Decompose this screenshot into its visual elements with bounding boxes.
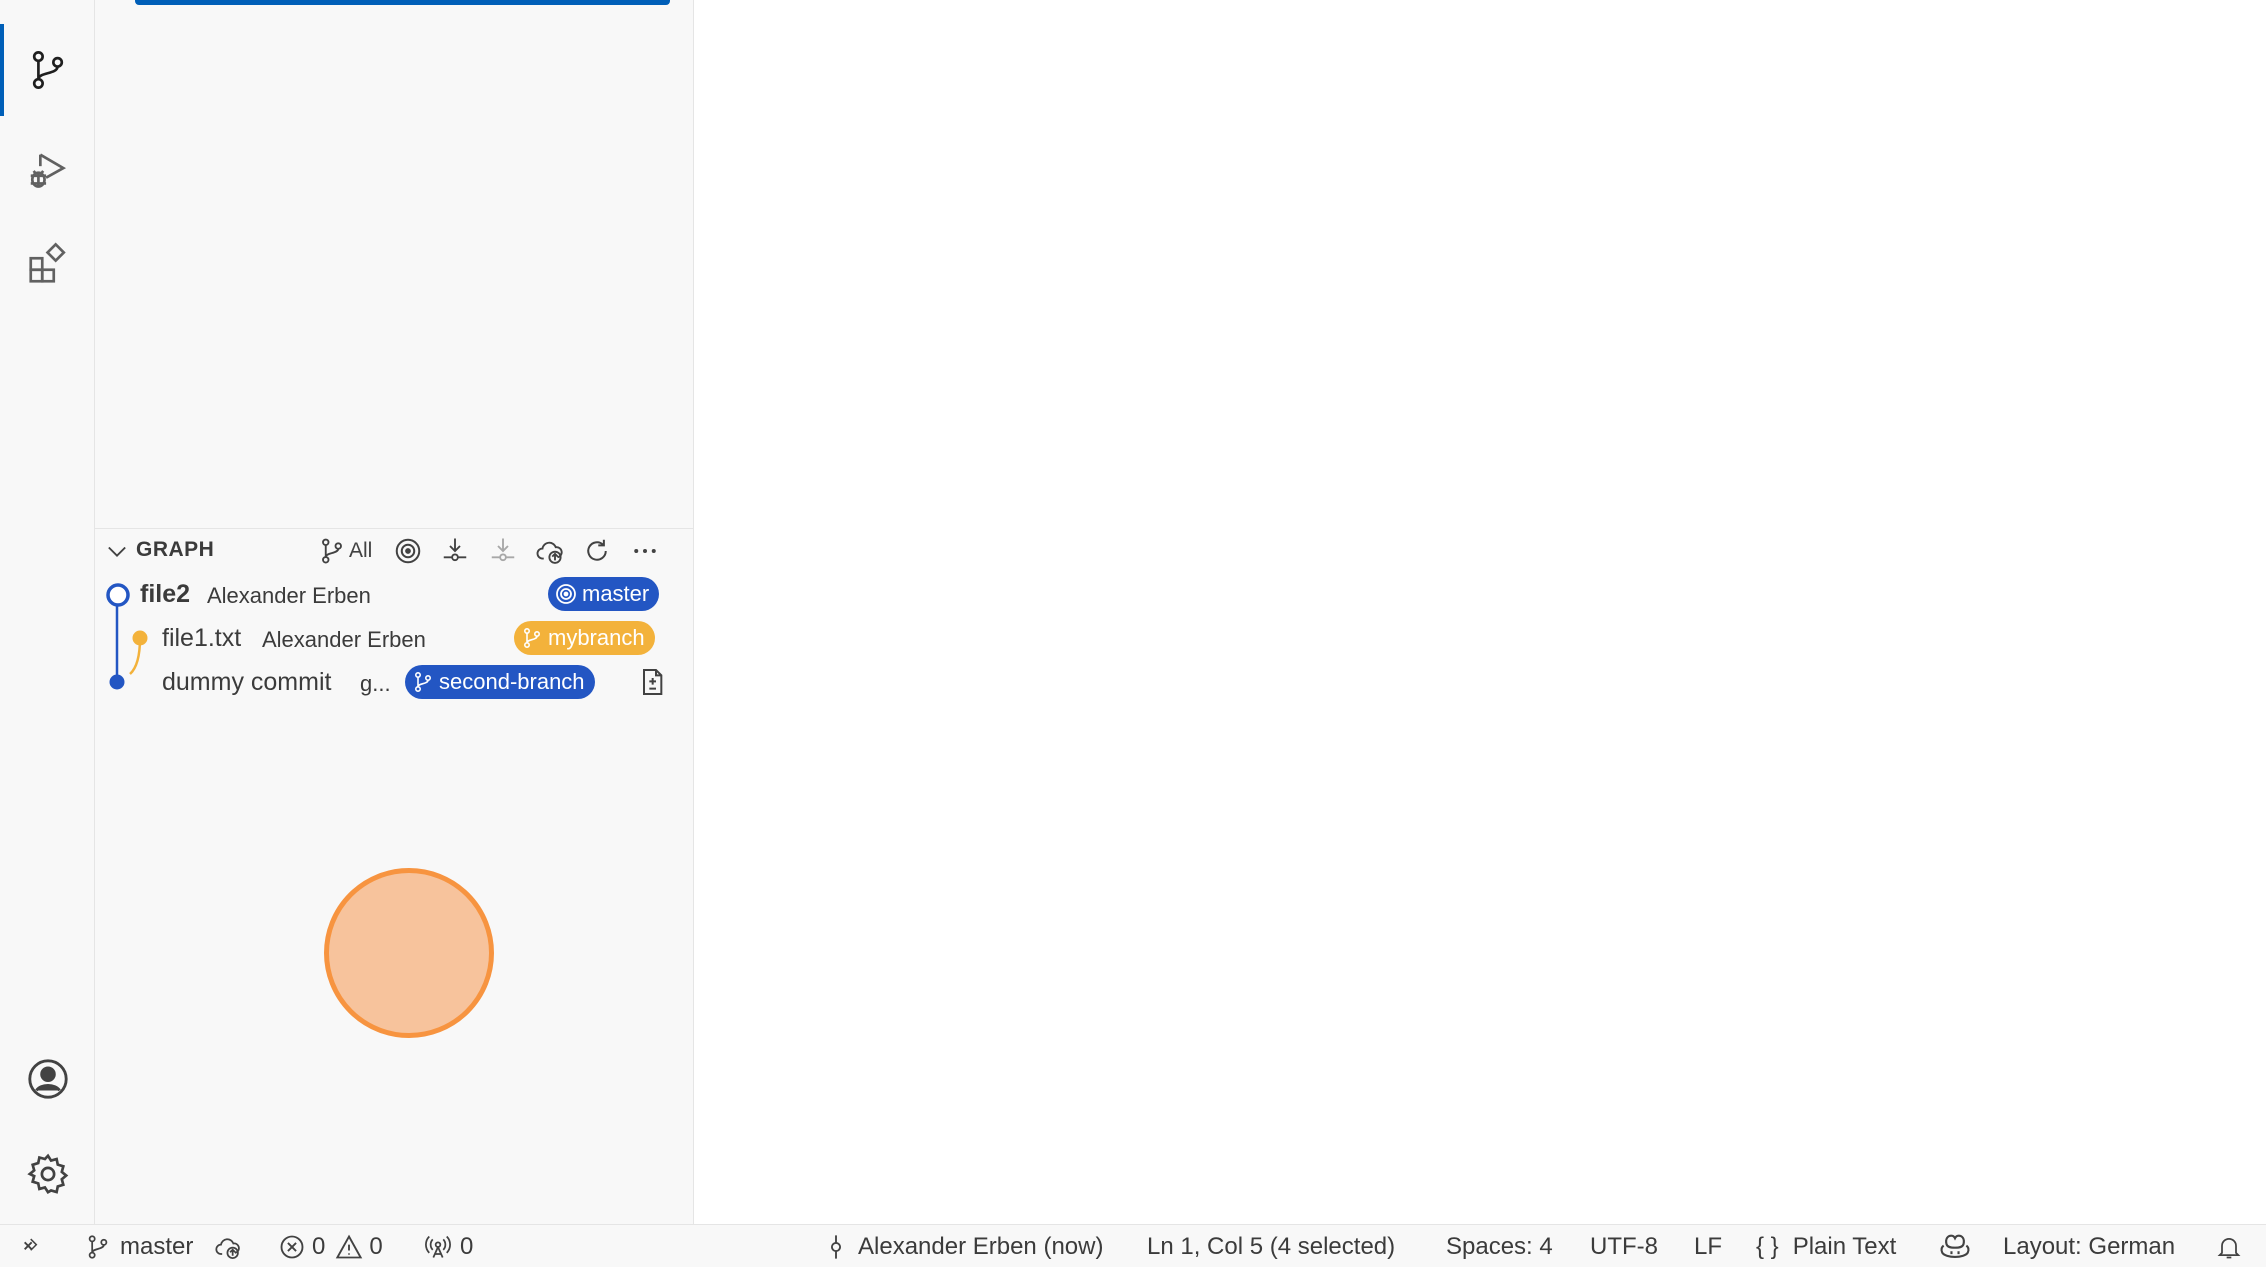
run-debug-icon — [30, 153, 66, 188]
editor-area[interactable] — [694, 0, 2266, 1224]
commit-dot-icon — [109, 674, 125, 690]
branch-badge-mybranch[interactable]: mybranch — [514, 621, 655, 655]
commit-message: file2 — [140, 580, 191, 608]
cloud-upload-icon — [536, 541, 563, 564]
encoding-status[interactable]: UTF-8 — [1590, 1225, 1658, 1268]
branch-icon — [322, 538, 342, 564]
source-control-icon — [32, 51, 63, 89]
keyboard-layout[interactable]: Layout: German — [2003, 1225, 2175, 1268]
branch-badge-label: master — [582, 581, 650, 606]
commit-row[interactable]: file2 Alexander Erben master — [95, 572, 694, 616]
touch-indicator — [324, 868, 494, 1038]
refresh-button[interactable] — [582, 535, 612, 567]
language-mode[interactable]: { } Plain Text — [1756, 1225, 1896, 1268]
braces-icon: { } — [1756, 1232, 1779, 1260]
cursor-position-text: Ln 1, Col 5 (4 selected) — [1147, 1232, 1396, 1260]
eol-status[interactable]: LF — [1694, 1225, 1722, 1268]
activity-extensions[interactable] — [0, 218, 95, 310]
activity-accounts[interactable] — [0, 1033, 95, 1125]
problems-status[interactable]: 0 0 — [278, 1225, 383, 1268]
cursor-position[interactable]: Ln 1, Col 5 (4 selected) — [1147, 1225, 1395, 1268]
target-icon — [556, 584, 576, 604]
branch-icon — [88, 1234, 108, 1259]
activity-bar — [0, 0, 95, 1224]
indentation-status[interactable]: Spaces: 4 — [1446, 1225, 1553, 1268]
encoding-text: UTF-8 — [1590, 1232, 1658, 1260]
branch-badge-master[interactable]: master — [548, 577, 660, 611]
activity-source-control[interactable] — [0, 24, 95, 116]
commit-dot-icon — [132, 630, 148, 646]
error-icon — [280, 1235, 304, 1258]
error-count: 0 — [312, 1232, 326, 1260]
commit-author: g... — [360, 671, 391, 696]
notifications-button[interactable] — [2215, 1225, 2243, 1268]
account-icon — [27, 1059, 68, 1099]
branch-name: master — [120, 1232, 194, 1260]
publish-branch-button[interactable] — [214, 1225, 242, 1268]
copilot-icon — [1940, 1234, 1970, 1258]
target-icon — [395, 538, 421, 564]
ports-status[interactable]: 0 — [424, 1225, 473, 1268]
remote-indicator[interactable] — [20, 1225, 48, 1268]
pull-icon — [491, 538, 515, 562]
extensions-icon — [28, 242, 66, 283]
status-bar: master 0 0 0 Alexander Erben (now) Ln 1,… — [0, 1224, 2266, 1267]
branch-badge-label: second-branch — [439, 669, 585, 694]
refresh-icon — [587, 539, 607, 561]
pull-button[interactable] — [488, 535, 518, 567]
settings-gear-icon — [26, 1153, 68, 1194]
branch-status[interactable]: master — [84, 1225, 193, 1268]
cloud-upload-icon — [215, 1237, 240, 1259]
push-button[interactable] — [535, 535, 565, 567]
activity-settings[interactable] — [0, 1128, 95, 1220]
branch-icon — [524, 627, 541, 648]
commit-row[interactable]: file1.txt Alexander Erben mybranch — [95, 616, 694, 660]
activity-run-debug[interactable] — [0, 124, 95, 216]
eol-text: LF — [1694, 1232, 1723, 1260]
open-changes-icon[interactable] — [636, 666, 668, 698]
blame-text: Alexander Erben (now) — [858, 1232, 1104, 1260]
bell-icon — [2217, 1237, 2241, 1258]
ellipsis-icon — [634, 549, 656, 553]
commit-row[interactable]: dummy commit g... second-branch — [95, 660, 694, 704]
blame-status[interactable]: Alexander Erben (now) — [822, 1225, 1103, 1268]
git-commit-icon — [830, 1234, 842, 1259]
keyboard-layout-text: Layout: German — [2003, 1232, 2176, 1260]
commit-circle-icon — [106, 583, 130, 607]
warning-icon — [336, 1234, 363, 1258]
language-text: Plain Text — [1792, 1232, 1897, 1260]
warning-count: 0 — [369, 1232, 383, 1260]
fetch-icon — [443, 538, 467, 562]
indentation-text: Spaces: 4 — [1446, 1232, 1553, 1260]
branch-badge-second-branch[interactable]: second-branch — [405, 665, 595, 699]
commit-message: dummy commit — [162, 668, 332, 696]
go-to-current-button[interactable] — [393, 535, 423, 567]
sidebar: GRAPH All file2 Alexander Erben master f… — [95, 0, 694, 1224]
commit-author: Alexander Erben — [207, 583, 371, 608]
ports-count: 0 — [460, 1232, 474, 1260]
broadcast-icon — [425, 1235, 451, 1258]
commit-message: file1.txt — [162, 624, 242, 652]
commit-author: Alexander Erben — [262, 627, 426, 652]
remote-icon — [24, 1238, 38, 1251]
branches-filter-button[interactable]: All — [317, 535, 372, 567]
fetch-button[interactable] — [440, 535, 470, 567]
branch-badge-label: mybranch — [548, 625, 645, 650]
copilot-status[interactable] — [1938, 1225, 1972, 1268]
branch-icon — [415, 671, 432, 692]
more-actions-button[interactable] — [630, 535, 660, 567]
branches-filter-label: All — [349, 539, 373, 562]
